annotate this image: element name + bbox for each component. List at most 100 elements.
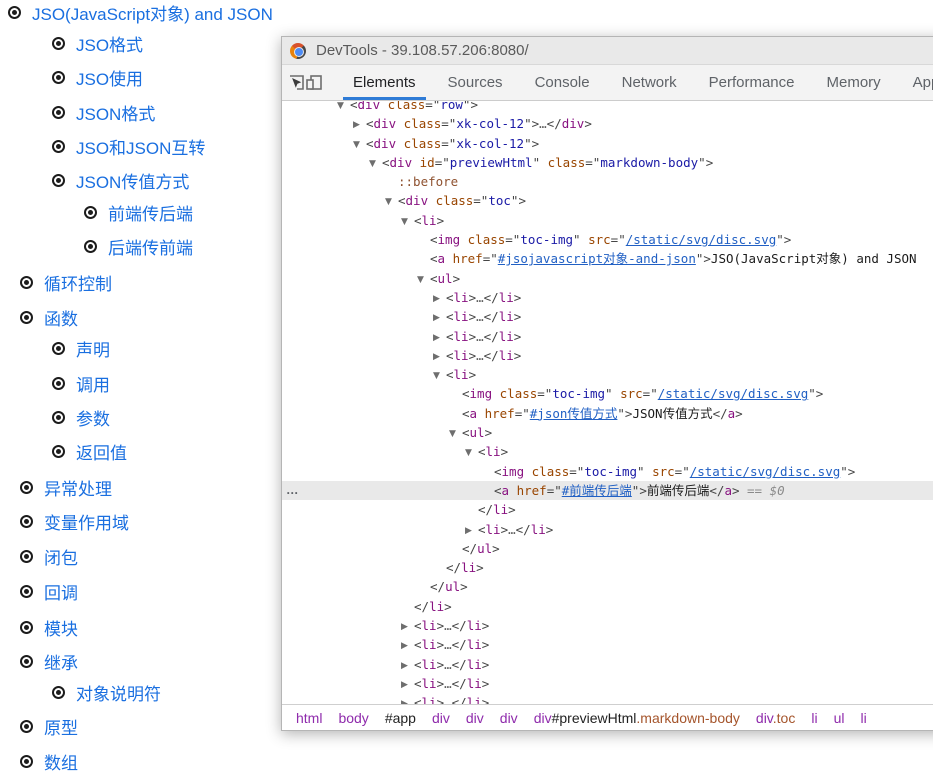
toc-item[interactable]: JSO和JSON互转	[52, 134, 205, 158]
tree-row[interactable]: ▶<li>…</li>	[282, 693, 933, 704]
toc-link[interactable]: 回调	[44, 579, 78, 604]
toc-item[interactable]: JSO(JavaScript对象) and JSON	[8, 0, 273, 24]
toc-item[interactable]: 数组	[20, 749, 78, 773]
toc-link[interactable]: 闭包	[44, 544, 78, 569]
breadcrumb-item[interactable]: li	[860, 710, 866, 726]
breadcrumb-item[interactable]: div#previewHtml.markdown-body	[534, 710, 740, 726]
tree-row[interactable]: ▶<li>…</li>	[282, 635, 933, 654]
toc-item[interactable]: 声明	[52, 336, 110, 360]
tree-row[interactable]: ▼<li>	[282, 211, 933, 230]
toc-item[interactable]: JSON格式	[52, 100, 155, 124]
toc-link[interactable]: 对象说明符	[76, 680, 161, 705]
toc-item[interactable]: 参数	[52, 405, 110, 429]
toc-item[interactable]: 继承	[20, 649, 78, 673]
toc-link[interactable]: 变量作用域	[44, 509, 129, 534]
toc-item[interactable]: 模块	[20, 615, 78, 639]
tab-performance[interactable]: Performance	[699, 65, 805, 100]
tab-elements[interactable]: Elements	[343, 65, 426, 100]
expand-arrow-icon[interactable]: ▶	[401, 695, 414, 704]
toc-item[interactable]: 调用	[52, 371, 110, 395]
breadcrumb-item[interactable]: div	[432, 710, 450, 726]
breadcrumb-item[interactable]: div	[500, 710, 518, 726]
breadcrumb-item[interactable]: html	[296, 710, 322, 726]
toc-link[interactable]: 循环控制	[44, 270, 112, 295]
toc-link[interactable]: 数组	[44, 749, 78, 774]
tree-row[interactable]: <a href="#jsojavascript对象-and-json">JSO(…	[282, 249, 933, 268]
tree-row[interactable]: </ul>	[282, 577, 933, 596]
toc-link[interactable]: 继承	[44, 649, 78, 674]
tree-row[interactable]: ▶<li>…</li>	[282, 288, 933, 307]
tree-row[interactable]: ▼<li>	[282, 365, 933, 384]
toc-link[interactable]: 声明	[76, 336, 110, 361]
tree-row[interactable]: <img class="toc-img" src="/static/svg/di…	[282, 384, 933, 403]
tree-row[interactable]: ▶<li>…</li>	[282, 520, 933, 539]
tree-row[interactable]: </li>	[282, 558, 933, 577]
toc-link[interactable]: JSO和JSON互转	[76, 134, 205, 159]
tree-row[interactable]: ▼<div class="xk-col-12">	[282, 134, 933, 153]
breadcrumb-item[interactable]: #app	[385, 710, 416, 726]
tab-sources[interactable]: Sources	[438, 65, 513, 100]
device-toolbar-icon[interactable]	[305, 65, 323, 100]
toc-link[interactable]: JSO(JavaScript对象) and JSON	[32, 0, 273, 25]
toc-item[interactable]: JSON传值方式	[52, 168, 189, 192]
toc-item[interactable]: 回调	[20, 579, 78, 603]
toc-link[interactable]: 调用	[76, 371, 110, 396]
breadcrumb-item[interactable]: ul	[834, 710, 845, 726]
toc-link[interactable]: JSON格式	[76, 100, 155, 125]
tree-row[interactable]: ▶<li>…</li>	[282, 327, 933, 346]
tree-row[interactable]: ::before	[282, 172, 933, 191]
toc-link[interactable]: JSON传值方式	[76, 168, 189, 193]
tree-row[interactable]: ▶<li>…</li>	[282, 616, 933, 635]
tab-application[interactable]: Application	[903, 65, 933, 100]
toc-item[interactable]: 对象说明符	[52, 680, 161, 704]
inspect-icon[interactable]	[288, 65, 305, 100]
toc-link[interactable]: 参数	[76, 405, 110, 430]
tree-row[interactable]: ▼<ul>	[282, 269, 933, 288]
tree-row[interactable]: …<a href="#前端传后端">前端传后端</a> == $0	[282, 481, 933, 500]
toc-link[interactable]: JSO使用	[76, 65, 143, 90]
toc-item[interactable]: 循环控制	[20, 270, 112, 294]
tree-row[interactable]: <img class="toc-img" src="/static/svg/di…	[282, 230, 933, 249]
tree-row[interactable]: ▶<div class="xk-col-12">…</div>	[282, 114, 933, 133]
toc-link[interactable]: 返回值	[76, 439, 127, 464]
tab-memory[interactable]: Memory	[817, 65, 891, 100]
tree-row[interactable]: <a href="#json传值方式">JSON传值方式</a>	[282, 404, 933, 423]
tree-row[interactable]: ▶<li>…</li>	[282, 346, 933, 365]
toc-item[interactable]: 返回值	[52, 439, 127, 463]
toc-item[interactable]: 前端传后端	[84, 200, 193, 224]
tree-row[interactable]: ▼<li>	[282, 442, 933, 461]
toc-link[interactable]: 异常处理	[44, 475, 112, 500]
toc-item[interactable]: JSO格式	[52, 31, 143, 55]
tree-row[interactable]: </ul>	[282, 539, 933, 558]
tree-row[interactable]: ▼<div class="toc">	[282, 191, 933, 210]
tree-row[interactable]: ▶<li>…</li>	[282, 307, 933, 326]
tree-row[interactable]: ▶<li>…</li>	[282, 674, 933, 693]
toc-item[interactable]: 后端传前端	[84, 234, 193, 258]
tree-row[interactable]: ▶<li>…</li>	[282, 655, 933, 674]
breadcrumb-item[interactable]: div.toc	[756, 710, 795, 726]
tab-console[interactable]: Console	[525, 65, 600, 100]
tree-row[interactable]: <img class="toc-img" src="/static/svg/di…	[282, 462, 933, 481]
breadcrumb-item[interactable]: div	[466, 710, 484, 726]
toc-item[interactable]: 原型	[20, 714, 78, 738]
toc-link[interactable]: JSO格式	[76, 31, 143, 56]
toc-item[interactable]: 函数	[20, 305, 78, 329]
tree-row[interactable]: </li>	[282, 597, 933, 616]
ellipsis-menu-icon[interactable]: …	[286, 481, 300, 500]
toc-link[interactable]: 前端传后端	[108, 200, 193, 225]
tree-row[interactable]: ▼<div class="row">	[282, 101, 933, 114]
toc-item[interactable]: 闭包	[20, 544, 78, 568]
tree-row[interactable]: ▼<div id="previewHtml" class="markdown-b…	[282, 153, 933, 172]
tree-row[interactable]: </li>	[282, 500, 933, 519]
toc-link[interactable]: 函数	[44, 305, 78, 330]
breadcrumb-item[interactable]: li	[811, 710, 817, 726]
toc-item[interactable]: 变量作用域	[20, 509, 129, 533]
tree-row[interactable]: ▼<ul>	[282, 423, 933, 442]
breadcrumb-item[interactable]: body	[338, 710, 368, 726]
toc-item[interactable]: 异常处理	[20, 475, 112, 499]
toc-link[interactable]: 原型	[44, 714, 78, 739]
toc-link[interactable]: 后端传前端	[108, 234, 193, 259]
tab-network[interactable]: Network	[612, 65, 687, 100]
toc-item[interactable]: JSO使用	[52, 65, 143, 89]
toc-link[interactable]: 模块	[44, 615, 78, 640]
